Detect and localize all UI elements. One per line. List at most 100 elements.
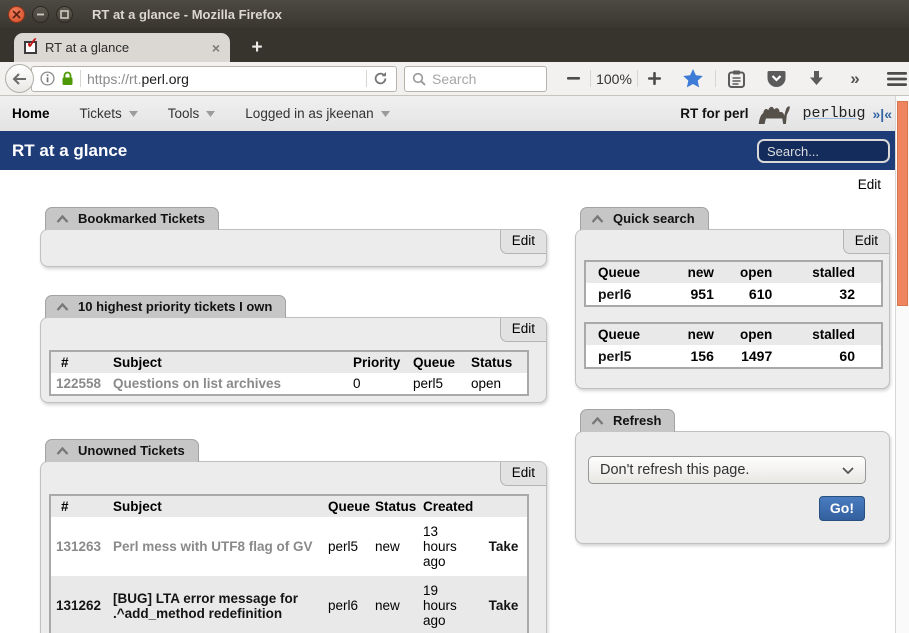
chevron-down-icon: [842, 467, 854, 474]
ticket-queue: perl6: [323, 576, 370, 633]
zoom-level[interactable]: 100%: [591, 71, 637, 87]
search-placeholder: Search: [432, 71, 476, 87]
ticket-id-link[interactable]: 131263: [56, 539, 101, 554]
section-toggle-unowned[interactable]: Unowned Tickets: [45, 439, 199, 462]
table-row: 131262 [BUG] LTA error message for .^add…: [50, 576, 528, 633]
nav-item-home[interactable]: Home: [0, 96, 65, 131]
window-maximize-button[interactable]: [56, 6, 73, 23]
bookmarked-edit-link[interactable]: Edit: [500, 230, 546, 254]
ticket-subject-link[interactable]: [BUG] LTA error message for .^add_method…: [113, 591, 298, 621]
bookmark-star-button[interactable]: [671, 69, 715, 88]
ticket-id-link[interactable]: 131262: [56, 598, 101, 613]
nav-item-tools[interactable]: Tools: [153, 96, 231, 131]
zoom-out-button[interactable]: [557, 77, 590, 80]
back-arrow-icon: [12, 73, 27, 85]
ticket-id-link[interactable]: 122558: [56, 376, 101, 391]
url-bar[interactable]: https://rt.perl.org: [31, 66, 397, 92]
page-edit-link[interactable]: Edit: [858, 177, 881, 192]
take-link[interactable]: Take: [489, 539, 519, 554]
pocket-button[interactable]: [756, 70, 796, 88]
browser-tab[interactable]: ✓ RT at a glance ×: [14, 33, 230, 62]
highest-edit-link[interactable]: Edit: [500, 318, 546, 342]
tab-close-button[interactable]: ×: [212, 40, 220, 56]
download-icon: [809, 71, 824, 86]
main-content: Edit Bookmarked Tickets Edit 10 highest …: [0, 170, 895, 633]
bookmarks-icon: [728, 70, 745, 88]
ticket-queue: perl5: [323, 517, 370, 576]
window-close-button[interactable]: [8, 6, 25, 23]
go-button[interactable]: Go!: [819, 496, 865, 521]
nav-item-tickets[interactable]: Tickets: [65, 96, 153, 131]
zoom-in-icon: [648, 72, 661, 85]
queue-open-count: 610: [718, 283, 776, 306]
section-toggle-highest[interactable]: 10 highest priority tickets I own: [45, 295, 286, 318]
queue-link[interactable]: perl6: [598, 286, 631, 302]
chevron-up-icon: [591, 215, 604, 223]
downloads-button[interactable]: [796, 71, 836, 86]
section-toggle-quick-search[interactable]: Quick search: [580, 207, 709, 230]
chevron-down-icon: [381, 111, 390, 117]
rt-favicon-icon: ✓: [24, 41, 37, 54]
ticket-subject-link[interactable]: Perl mess with UTF8 flag of GV: [113, 539, 313, 554]
more-tools-icon: »: [850, 69, 859, 89]
collapse-toggle[interactable]: »|«: [873, 106, 893, 122]
more-tools-button[interactable]: »: [836, 69, 874, 89]
chevron-up-icon: [56, 303, 69, 311]
maximize-icon: [60, 10, 69, 19]
search-icon: [412, 72, 426, 86]
chevron-down-icon: [206, 111, 215, 117]
unowned-edit-link[interactable]: Edit: [500, 462, 546, 486]
url-divider: [366, 70, 367, 87]
browser-toolbar: https://rt.perl.org Search 100% »: [0, 62, 909, 96]
ticket-status: new: [370, 576, 418, 633]
table-row: 122558 Questions on list archives 0 perl…: [50, 373, 528, 395]
lock-icon[interactable]: [61, 71, 74, 86]
page-header: RT at a glance: [0, 131, 895, 170]
bookmark-star-icon: [683, 69, 703, 88]
close-icon: [12, 10, 21, 19]
section-toggle-bookmarked[interactable]: Bookmarked Tickets: [45, 207, 219, 230]
queue-new-count: 951: [663, 283, 718, 306]
chevron-down-icon: [129, 111, 138, 117]
zoom-in-button[interactable]: [638, 72, 671, 85]
rt-search-input[interactable]: [757, 139, 890, 163]
quick-search-table: Queue new open stalled perl5 156 1497 60: [584, 322, 883, 369]
queue-stalled-count: 60: [776, 345, 882, 368]
highest-table: # Subject Priority Queue Status 122558 Q…: [49, 350, 529, 396]
perlbug-logo-link[interactable]: perlbug: [802, 105, 865, 122]
unowned-body: Edit # Subject Queue Status Created 1312…: [40, 461, 547, 633]
window-minimize-button[interactable]: [32, 6, 49, 23]
menu-button[interactable]: [874, 72, 909, 86]
page-scrollbar[interactable]: [895, 96, 909, 633]
refresh-select[interactable]: Don't refresh this page.: [588, 456, 866, 484]
toolbar-icons: 100% »: [557, 69, 909, 89]
table-row: perl6 951 610 32: [585, 283, 882, 306]
nav-right: RT for perl perlbug »|«: [680, 101, 895, 127]
bookmarks-menu-button[interactable]: [716, 70, 756, 88]
reload-icon[interactable]: [373, 71, 388, 86]
quick-search-body: Edit Queue new open stalled perl6 951 61…: [575, 229, 890, 389]
back-button[interactable]: [5, 64, 34, 93]
queue-open-count: 1497: [718, 345, 776, 368]
ticket-priority: 0: [348, 373, 408, 395]
quick-search-edit-link[interactable]: Edit: [843, 230, 889, 254]
ticket-status: open: [466, 373, 528, 395]
new-tab-button[interactable]: +: [240, 37, 274, 59]
section-toggle-refresh[interactable]: Refresh: [580, 409, 675, 432]
queue-stalled-count: 32: [776, 283, 882, 306]
rt-nav-bar: Home Tickets Tools Logged in as jkeenan …: [0, 96, 895, 131]
nav-item-logged-in[interactable]: Logged in as jkeenan: [230, 96, 404, 131]
queue-link[interactable]: perl5: [598, 348, 631, 364]
info-icon[interactable]: [40, 71, 55, 86]
ticket-subject-link[interactable]: Questions on list archives: [113, 376, 281, 391]
take-link[interactable]: Take: [489, 598, 519, 613]
url-text[interactable]: https://rt.perl.org: [87, 71, 189, 87]
rt-for-perl-label: RT for perl: [680, 106, 748, 121]
browser-search-box[interactable]: Search: [404, 66, 547, 92]
page-title: RT at a glance: [12, 141, 127, 161]
table-row: perl5 156 1497 60: [585, 345, 882, 368]
section-refresh: Refresh Don't refresh this page. Go!: [575, 409, 890, 544]
camel-logo-icon: [755, 101, 795, 127]
minimize-icon: [36, 10, 45, 19]
scrollbar-thumb[interactable]: [897, 101, 908, 306]
